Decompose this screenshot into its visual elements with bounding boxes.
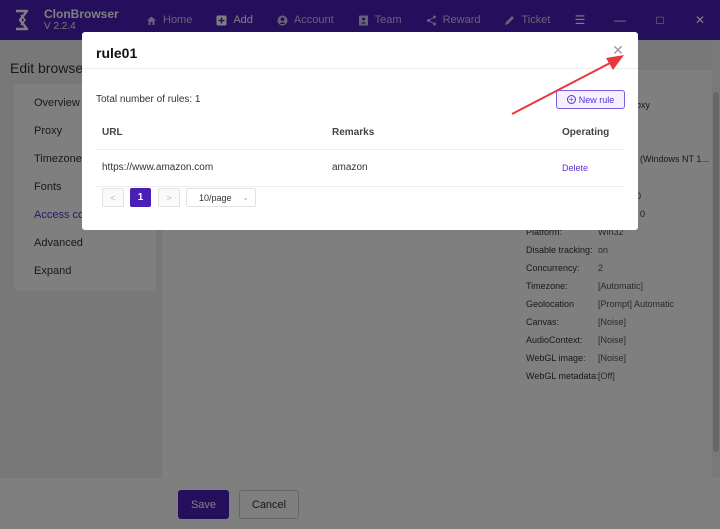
pagination-current-page[interactable]: 1	[130, 188, 151, 207]
page-size-select[interactable]: 10/page ⌄	[186, 188, 256, 207]
column-header-url: URL	[102, 127, 123, 138]
pagination-prev-button[interactable]: <	[102, 188, 124, 207]
plus-circle-icon: +	[566, 95, 576, 104]
table-divider	[96, 186, 624, 187]
close-icon[interactable]: ✕	[610, 42, 626, 58]
rule-remarks-cell: amazon	[332, 162, 368, 173]
table-divider	[96, 149, 624, 150]
column-header-operating: Operating	[562, 127, 610, 138]
rule-url-cell: https://www.amazon.com	[102, 162, 214, 173]
dialog-divider	[82, 68, 638, 69]
new-rule-button[interactable]: + New rule	[556, 90, 625, 109]
rule-dialog: rule01 ✕ Total number of rules: 1 + New …	[82, 32, 638, 230]
pagination-next-button[interactable]: >	[158, 188, 180, 207]
page-size-value: 10/page	[199, 192, 232, 203]
dialog-title: rule01	[96, 45, 138, 61]
column-header-remarks: Remarks	[332, 127, 375, 138]
total-rules-text: Total number of rules: 1	[96, 94, 201, 105]
delete-rule-link[interactable]: Delete	[562, 163, 588, 173]
chevron-down-icon: ⌄	[242, 193, 249, 202]
new-rule-label: New rule	[578, 94, 615, 105]
